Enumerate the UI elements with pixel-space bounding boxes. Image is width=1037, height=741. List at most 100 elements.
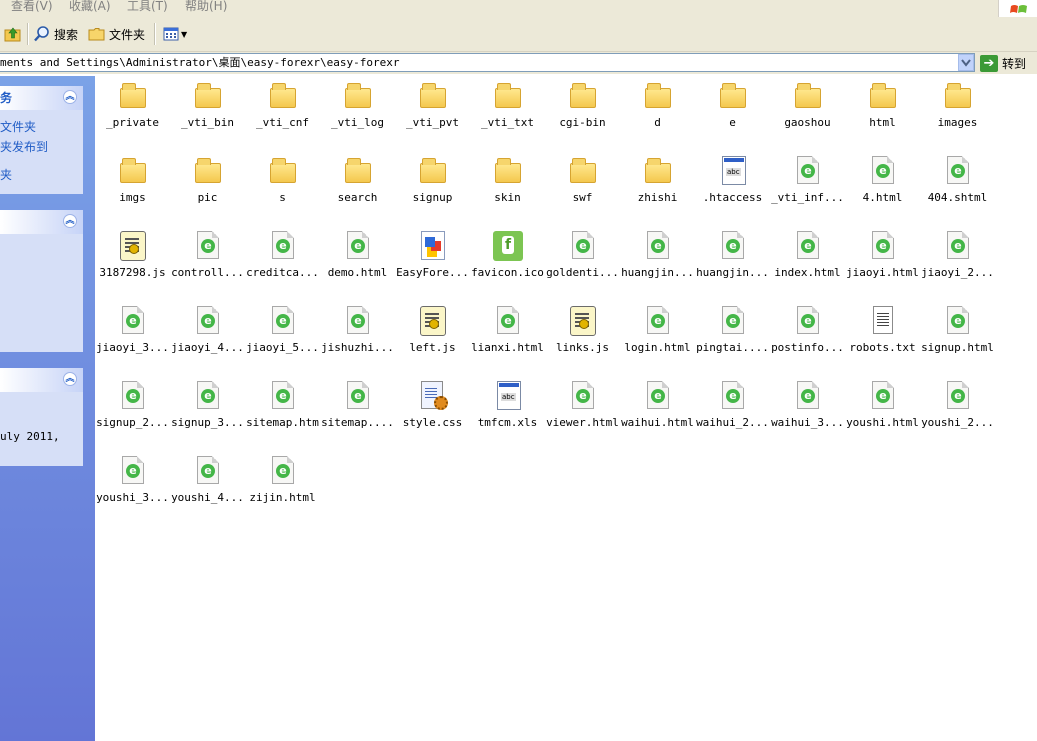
file-item[interactable]: e index.html bbox=[770, 226, 845, 296]
file-item[interactable]: e jiaoyi_4... bbox=[170, 301, 245, 371]
menu-favorites[interactable]: 收藏(A) bbox=[69, 0, 111, 13]
file-item[interactable]: e demo.html bbox=[320, 226, 395, 296]
file-item[interactable]: style.css bbox=[395, 376, 470, 446]
file-item[interactable]: e huangjin... bbox=[695, 226, 770, 296]
file-item[interactable]: e youshi_3... bbox=[95, 451, 170, 521]
file-item[interactable]: gaoshou bbox=[770, 76, 845, 146]
file-item[interactable]: 3187298.js bbox=[95, 226, 170, 296]
file-item[interactable]: e youshi_4... bbox=[170, 451, 245, 521]
file-item[interactable]: robots.txt bbox=[845, 301, 920, 371]
html-file-icon: e bbox=[717, 380, 749, 412]
file-item[interactable]: links.js bbox=[545, 301, 620, 371]
file-item[interactable]: pic bbox=[170, 151, 245, 221]
file-item[interactable]: s bbox=[245, 151, 320, 221]
task-link-folder[interactable]: 文件夹 bbox=[0, 118, 36, 135]
file-item[interactable]: left.js bbox=[395, 301, 470, 371]
file-item[interactable]: e jishuzhi... bbox=[320, 301, 395, 371]
file-item[interactable]: .htaccess bbox=[695, 151, 770, 221]
file-item[interactable]: e jiaoyi_5... bbox=[245, 301, 320, 371]
up-folder-icon bbox=[4, 27, 21, 42]
collapse-icon[interactable]: ︽ bbox=[63, 372, 77, 386]
file-item[interactable]: e signup_2... bbox=[95, 376, 170, 446]
task-link-publish[interactable]: 夹发布到 bbox=[0, 138, 48, 155]
menu-help[interactable]: 帮助(H) bbox=[185, 0, 227, 13]
panel-header[interactable]: ︽ bbox=[0, 368, 83, 392]
file-item[interactable]: _private bbox=[95, 76, 170, 146]
views-button[interactable]: ▼ bbox=[162, 23, 187, 45]
file-name: sitemap.... bbox=[321, 416, 394, 429]
file-item[interactable]: swf bbox=[545, 151, 620, 221]
file-item[interactable]: signup bbox=[395, 151, 470, 221]
collapse-icon[interactable]: ︽ bbox=[63, 90, 77, 104]
file-name: jiaoyi_5... bbox=[246, 341, 319, 354]
file-item[interactable]: e lianxi.html bbox=[470, 301, 545, 371]
file-item[interactable]: tmfcm.xls bbox=[470, 376, 545, 446]
file-item[interactable]: _vti_log bbox=[320, 76, 395, 146]
file-item[interactable]: e youshi_2... bbox=[920, 376, 995, 446]
file-item[interactable]: zhishi bbox=[620, 151, 695, 221]
file-item[interactable]: cgi-bin bbox=[545, 76, 620, 146]
file-item[interactable]: e huangjin... bbox=[620, 226, 695, 296]
file-name: jiaoyi_2... bbox=[921, 266, 994, 279]
file-item[interactable]: EasyFore... bbox=[395, 226, 470, 296]
file-item[interactable]: e youshi.html bbox=[845, 376, 920, 446]
menu-tools[interactable]: 工具(T) bbox=[127, 0, 168, 13]
file-item[interactable]: e 404.shtml bbox=[920, 151, 995, 221]
html-file-icon: e bbox=[267, 305, 299, 337]
file-item[interactable]: e 4.html bbox=[845, 151, 920, 221]
file-item[interactable]: e jiaoyi_3... bbox=[95, 301, 170, 371]
file-item[interactable]: e sitemap.... bbox=[320, 376, 395, 446]
file-item[interactable]: e postinfo... bbox=[770, 301, 845, 371]
file-item[interactable]: _vti_txt bbox=[470, 76, 545, 146]
file-name: signup_3... bbox=[171, 416, 244, 429]
search-button[interactable]: 搜索 bbox=[33, 23, 78, 45]
file-item[interactable]: e jiaoyi.html bbox=[845, 226, 920, 296]
file-item[interactable]: e pingtai.... bbox=[695, 301, 770, 371]
file-item[interactable]: e creditca... bbox=[245, 226, 320, 296]
file-name: _vti_txt bbox=[481, 116, 534, 129]
file-item[interactable]: e login.html bbox=[620, 301, 695, 371]
file-item[interactable]: e signup_3... bbox=[170, 376, 245, 446]
file-item[interactable]: e waihui.html bbox=[620, 376, 695, 446]
folder-icon bbox=[717, 80, 749, 112]
task-link-share[interactable]: 夹 bbox=[0, 166, 12, 183]
file-item[interactable]: images bbox=[920, 76, 995, 146]
file-item[interactable]: e waihui_3... bbox=[770, 376, 845, 446]
file-item[interactable]: e controll... bbox=[170, 226, 245, 296]
address-input[interactable]: ments and Settings\Administrator\桌面\easy… bbox=[0, 53, 975, 72]
menu-view[interactable]: 查看(V) bbox=[11, 0, 53, 13]
file-name: 3187298.js bbox=[99, 266, 166, 279]
collapse-icon[interactable]: ︽ bbox=[63, 214, 77, 228]
file-item[interactable]: favicon.ico bbox=[470, 226, 545, 296]
html-file-icon: e bbox=[567, 380, 599, 412]
folders-button[interactable]: 文件夹 bbox=[88, 23, 145, 45]
file-item[interactable]: e signup.html bbox=[920, 301, 995, 371]
file-item[interactable]: e bbox=[695, 76, 770, 146]
go-button[interactable]: ➔ 转到 bbox=[980, 53, 1026, 73]
file-item[interactable]: e jiaoyi_2... bbox=[920, 226, 995, 296]
panel-header[interactable]: ︽ bbox=[0, 210, 83, 234]
file-item[interactable]: e waihui_2... bbox=[695, 376, 770, 446]
address-dropdown-button[interactable] bbox=[958, 54, 974, 71]
file-name: pic bbox=[197, 191, 218, 204]
file-name: login.html bbox=[624, 341, 691, 354]
file-item[interactable]: e zijin.html bbox=[245, 451, 320, 521]
html-file-icon: e bbox=[267, 230, 299, 262]
file-item[interactable]: search bbox=[320, 151, 395, 221]
file-item[interactable]: e _vti_inf... bbox=[770, 151, 845, 221]
file-item[interactable]: skin bbox=[470, 151, 545, 221]
panel-header[interactable]: 务 ︽ bbox=[0, 86, 83, 110]
file-item[interactable]: _vti_pvt bbox=[395, 76, 470, 146]
file-item[interactable]: e viewer.html bbox=[545, 376, 620, 446]
html-file-icon: e bbox=[342, 305, 374, 337]
file-name: zhishi bbox=[637, 191, 678, 204]
file-item[interactable]: e goldenti... bbox=[545, 226, 620, 296]
up-folder-button[interactable] bbox=[4, 23, 22, 45]
file-item[interactable]: _vti_bin bbox=[170, 76, 245, 146]
file-item[interactable]: html bbox=[845, 76, 920, 146]
file-item[interactable]: d bbox=[620, 76, 695, 146]
file-item[interactable]: e sitemap.htm bbox=[245, 376, 320, 446]
file-item[interactable]: imgs bbox=[95, 151, 170, 221]
file-item[interactable]: _vti_cnf bbox=[245, 76, 320, 146]
html-file-icon: e bbox=[867, 155, 899, 187]
